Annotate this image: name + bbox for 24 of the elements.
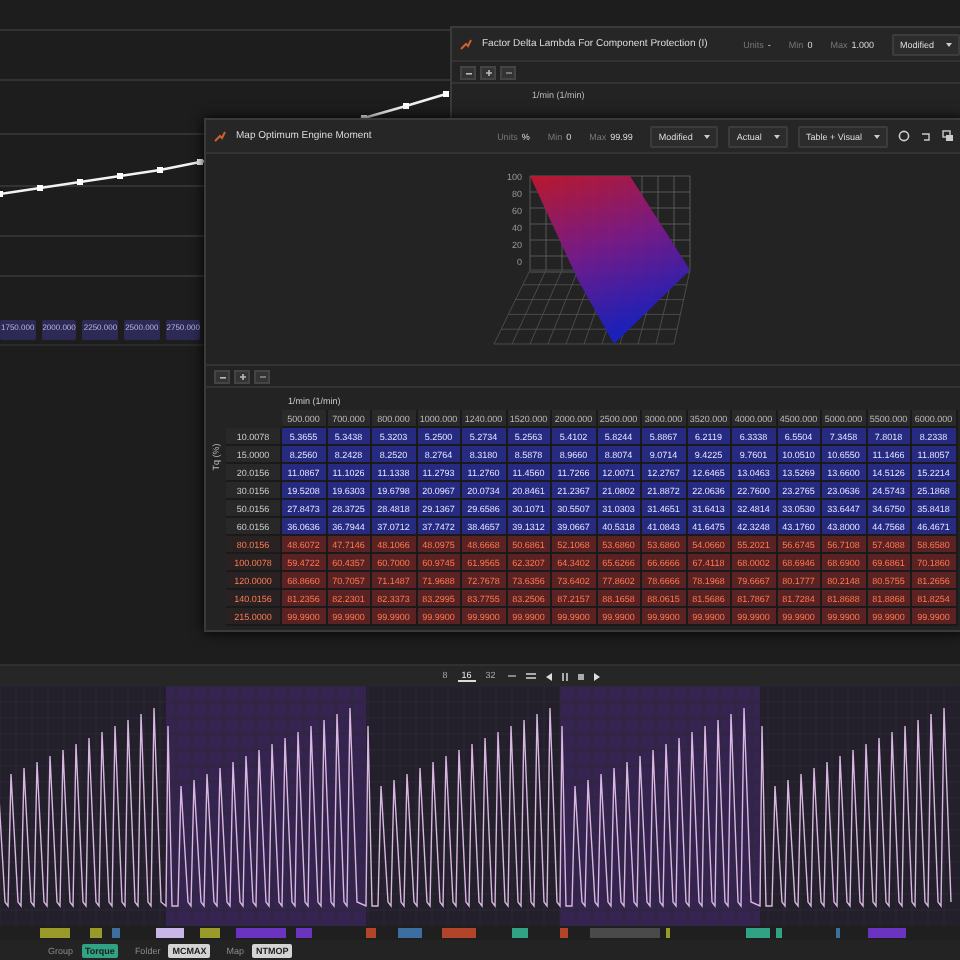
caret-icon <box>874 133 880 139</box>
caret-icon <box>946 41 952 47</box>
step-back-icon[interactable] <box>543 671 554 681</box>
caret-icon <box>773 133 780 139</box>
play-icon[interactable] <box>591 671 602 681</box>
collapse-button[interactable] <box>460 65 476 79</box>
add-button[interactable] <box>480 65 496 79</box>
remove-button[interactable] <box>254 369 270 383</box>
minus-icon[interactable] <box>505 670 518 682</box>
chart-icon <box>460 38 472 50</box>
add-icon <box>237 371 247 381</box>
pause-icon[interactable] <box>559 671 570 681</box>
copy-icon[interactable] <box>942 130 954 142</box>
add-button[interactable] <box>234 369 250 383</box>
remove-icon <box>257 371 267 381</box>
chart-icon <box>214 130 226 142</box>
stop-icon[interactable] <box>575 671 586 681</box>
caret-icon <box>704 133 711 139</box>
collapse-button[interactable] <box>214 369 230 383</box>
add-icon <box>483 67 493 77</box>
list-icon[interactable] <box>523 670 538 682</box>
remove-button[interactable] <box>500 65 516 79</box>
reset-icon[interactable] <box>898 130 910 142</box>
remove-icon <box>503 67 513 77</box>
